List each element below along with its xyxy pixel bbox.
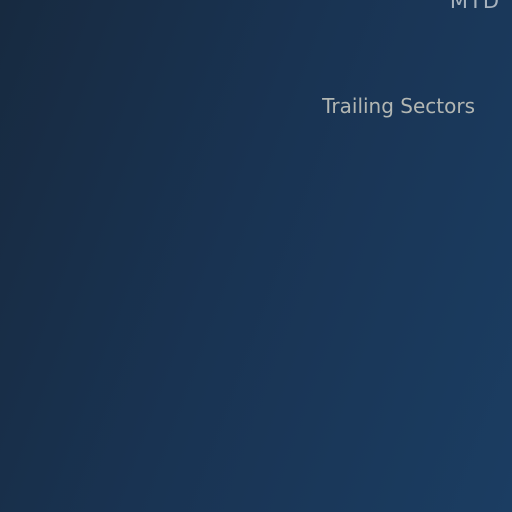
- trailing-sectors-title: Trailing Sectors: [322, 94, 475, 118]
- dashboard-panel: MTD Trailing Sectors: [0, 0, 512, 512]
- period-label: MTD: [449, 0, 500, 13]
